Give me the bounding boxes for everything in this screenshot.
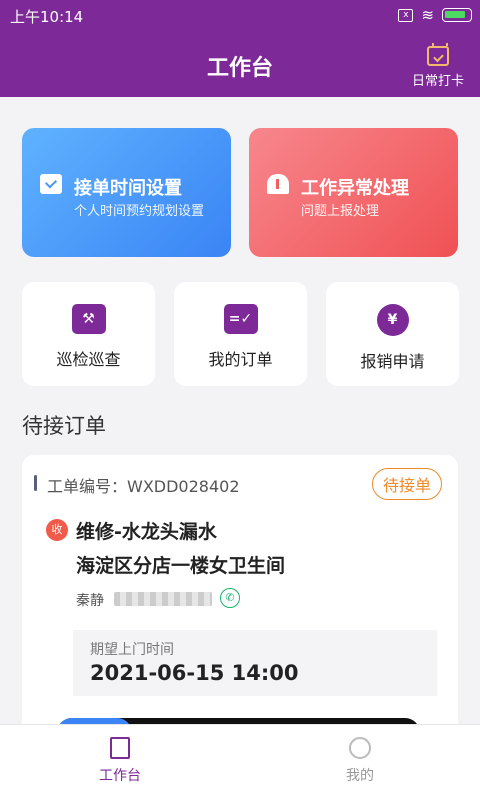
tab-label: 我的: [346, 768, 374, 784]
yen-icon: ¥: [376, 304, 409, 336]
workbench-icon: [110, 737, 130, 759]
bottom-tab-bar: 工作台 我的: [0, 724, 480, 800]
tab-mine[interactable]: 我的: [300, 737, 420, 785]
orders-icon: =✓: [223, 304, 258, 334]
phone-icon[interactable]: ✆: [220, 588, 240, 608]
tab-workbench[interactable]: 工作台: [60, 737, 180, 785]
section-title: 待接订单: [22, 414, 106, 438]
card-subtitle: 问题上报处理: [301, 204, 380, 219]
my-orders-button[interactable]: =✓ 我的订单: [174, 282, 307, 386]
contact-name: 秦静: [76, 593, 104, 609]
quick-action-label: 报销申请: [360, 352, 425, 371]
order-code: 工单编号：WXDD028402: [47, 477, 240, 496]
card-title: 接单时间设置: [74, 178, 182, 199]
daily-punch-label: 日常打卡: [411, 74, 464, 89]
order-location: 海淀区分店一楼女卫生间: [76, 555, 286, 577]
expected-time-value: 2021-06-15 14:00: [90, 661, 299, 685]
card-title: 工作异常处理: [301, 178, 409, 199]
calendar-check-icon: [427, 43, 449, 66]
expected-time-box: 期望上门时间 2021-06-15 14:00: [73, 630, 437, 696]
alarm-light-icon: [267, 174, 289, 194]
card-subtitle: 个人时间预约规划设置: [74, 204, 205, 219]
profile-icon: [349, 737, 371, 759]
status-bar: 上午10:14 x ≋: [0, 0, 480, 30]
page-title: 工作台: [206, 56, 273, 81]
expected-time-label: 期望上门时间: [90, 642, 174, 658]
notification-icon: x: [398, 8, 414, 22]
exception-handling-card[interactable]: 工作异常处理 问题上报处理: [249, 128, 458, 257]
status-icons: x ≋: [398, 6, 472, 24]
status-time: 上午10:14: [10, 8, 84, 26]
order-time-settings-card[interactable]: 接单时间设置 个人时间预约规划设置: [22, 128, 231, 257]
receive-tag: 收: [46, 519, 68, 541]
wifi-icon: ≋: [421, 6, 434, 24]
order-title: 维修-水龙头漏水: [76, 521, 217, 543]
order-card[interactable]: 工单编号：WXDD028402 待接单 收 维修-水龙头漏水 海淀区分店一楼女卫…: [22, 455, 458, 755]
quick-action-label: 巡检巡查: [56, 350, 121, 369]
reimbursement-button[interactable]: ¥ 报销申请: [326, 282, 459, 386]
status-badge: 待接单: [371, 468, 442, 500]
patrol-inspection-button[interactable]: ⚒ 巡检巡查: [22, 282, 155, 386]
masked-phone-number: [114, 592, 212, 606]
tab-label: 工作台: [99, 768, 141, 784]
daily-punch-button[interactable]: 日常打卡: [410, 43, 466, 89]
calendar-check-icon: [40, 174, 62, 194]
accent-bar: [34, 475, 37, 491]
quick-action-label: 我的订单: [208, 350, 273, 369]
battery-icon: [442, 8, 472, 22]
patrol-icon: ⚒: [71, 304, 106, 334]
header: 工作台 日常打卡: [0, 30, 480, 97]
